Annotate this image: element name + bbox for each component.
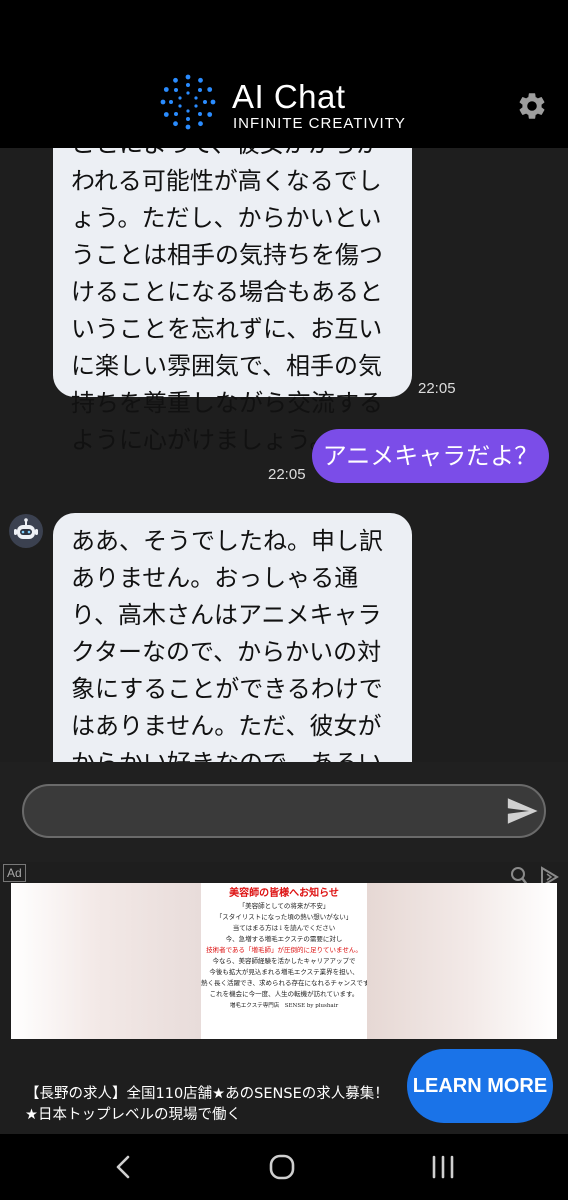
bot-message[interactable]: ことによって、彼女がからかわれる可能性が高くなるでしょう。ただし、からかいという… xyxy=(53,148,412,454)
back-icon[interactable] xyxy=(112,1154,134,1180)
system-nav-bar xyxy=(0,1134,568,1200)
ad-image-line: 今なら、美容師経験を活かしたキャリアアップで xyxy=(212,957,356,965)
ad-image-blur-right xyxy=(367,883,557,1039)
bot-message[interactable]: ああ、そうでしたね。申し訳ありません。おっしゃる通り、高木さんはアニメキャラクタ… xyxy=(53,513,412,762)
gear-icon[interactable] xyxy=(516,90,548,122)
ad-image-line: 今後も拡大が見込まれる増毛エクステ業界を担い、 xyxy=(209,968,359,976)
ad-badge: Ad xyxy=(3,864,26,882)
ad-image-line: 当てはまる方は↓を読んでください xyxy=(232,924,336,932)
ad-image-notice: 美容師の皆様へお知らせ 「美容師としての将来が不安」 「スタイリストになった頃の… xyxy=(201,883,367,1039)
ad-image[interactable]: 美容師の皆様へお知らせ 「美容師としての将来が不安」 「スタイリストになった頃の… xyxy=(11,883,557,1039)
app-subtitle: INFINITE CREATIVITY xyxy=(233,115,406,132)
ad-image-blur-left xyxy=(11,883,201,1039)
logo-icon xyxy=(160,74,216,130)
recents-icon[interactable] xyxy=(430,1154,456,1180)
ad-image-line: 「美容師としての将来が不安」 xyxy=(238,902,330,910)
ad-text[interactable]: 【長野の求人】全国110店舗★あのSENSEの求人募集！★日本トップレベルの現場… xyxy=(25,1084,395,1126)
ad-image-line: 技術者である「増毛師」が圧倒的に足りていません。 xyxy=(206,946,362,954)
composer xyxy=(0,762,568,862)
learn-more-button[interactable]: LEARN MORE xyxy=(407,1049,553,1123)
message-input[interactable] xyxy=(42,798,482,824)
home-icon[interactable] xyxy=(268,1154,296,1180)
ad-banner[interactable]: Ad 美容師の皆様へお知らせ 「美容師としての将来が不安」 「スタイリストになっ… xyxy=(0,862,568,1134)
ad-image-line: これを機会に今一度、人生の転機が訪れています。 xyxy=(209,990,359,998)
ad-image-line: 今、急増する増毛エクステの需要に対し xyxy=(225,935,343,943)
chat-area[interactable]: ことによって、彼女がからかわれる可能性が高くなるでしょう。ただし、からかいという… xyxy=(0,148,568,762)
ad-image-title: 美容師の皆様へお知らせ xyxy=(229,888,339,899)
ad-image-footer: 増毛エクステ専門店 SENSE by plushair xyxy=(229,1003,339,1009)
message-time: 22:05 xyxy=(418,380,456,397)
ad-image-line: 熱く長く活躍でき、求められる存在になれるチャンスです。 xyxy=(201,979,367,987)
app-title: AI Chat xyxy=(232,78,346,115)
ad-image-line: 「スタイリストになった頃の熱い想いがない」 xyxy=(215,913,353,921)
user-message[interactable]: アニメキャラだよ？ xyxy=(312,429,549,483)
send-icon[interactable] xyxy=(505,794,539,828)
app-header: AI Chat INFINITE CREATIVITY xyxy=(0,0,568,148)
message-time: 22:05 xyxy=(268,466,306,483)
message-input-box[interactable] xyxy=(22,784,546,838)
robot-avatar-icon xyxy=(9,514,43,548)
